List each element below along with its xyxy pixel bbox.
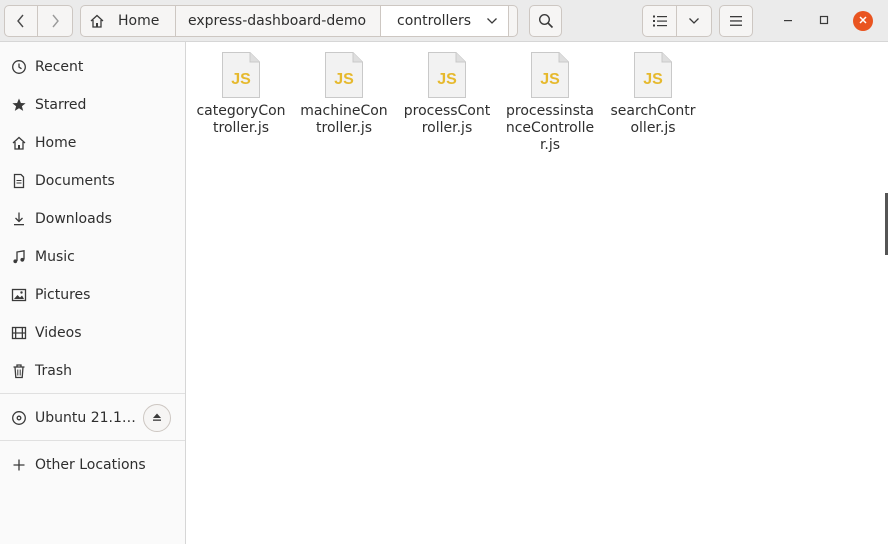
search-button[interactable] (529, 5, 562, 37)
video-icon (10, 324, 28, 342)
path-crumb-current[interactable]: controllers (380, 5, 509, 37)
svg-text:JS: JS (540, 71, 560, 88)
sidebar-item-device[interactable]: Ubuntu 21.1… (0, 399, 185, 437)
main-menu-button[interactable] (719, 5, 753, 37)
list-view-button[interactable] (642, 5, 677, 37)
path-crumb-label: express-dashboard-demo (188, 13, 367, 29)
sidebar-item-label: Recent (35, 59, 84, 75)
path-crumb-label: Home (118, 13, 160, 29)
sidebar-item-home[interactable]: Home (0, 124, 185, 162)
forward-button[interactable] (37, 5, 73, 37)
js-file-icon: JS (531, 52, 569, 98)
sidebar-item-music[interactable]: Music (0, 238, 185, 276)
sidebar-item-starred[interactable]: Starred (0, 86, 185, 124)
chevron-right-icon (50, 13, 60, 29)
disc-icon (10, 409, 28, 427)
sidebar-separator (0, 393, 185, 394)
clock-icon (10, 58, 28, 76)
sidebar-item-label: Ubuntu 21.1… (35, 410, 136, 426)
maximize-icon (819, 13, 829, 29)
svg-text:JS: JS (334, 71, 354, 88)
file-name: processController.js (403, 103, 491, 136)
sidebar-item-label: Videos (35, 325, 82, 341)
sidebar-item-label: Trash (35, 363, 72, 379)
sidebar-item-documents[interactable]: Documents (0, 162, 185, 200)
close-icon (858, 13, 868, 29)
home-icon (89, 13, 105, 29)
chevron-down-icon (486, 17, 498, 25)
path-crumb-project[interactable]: express-dashboard-demo (175, 5, 381, 37)
document-icon (10, 172, 28, 190)
file-name: machineController.js (300, 103, 388, 136)
minimize-button[interactable] (778, 11, 798, 31)
list-view-icon (652, 15, 667, 27)
sidebar-item-pictures[interactable]: Pictures (0, 276, 185, 314)
sidebar-item-label: Other Locations (35, 457, 146, 473)
sidebar-item-label: Home (35, 135, 77, 151)
svg-text:JS: JS (643, 71, 663, 88)
file-item[interactable]: JS processinstanceController.js (501, 51, 599, 154)
sidebar-item-label: Downloads (35, 211, 112, 227)
star-icon (10, 96, 28, 114)
eject-icon (152, 410, 162, 426)
eject-button[interactable] (143, 404, 171, 432)
file-name: searchController.js (610, 103, 696, 136)
file-item[interactable]: JS searchController.js (604, 51, 702, 137)
chevron-left-icon (16, 13, 26, 29)
chevron-down-icon (688, 17, 700, 25)
close-button[interactable] (853, 11, 873, 31)
search-icon (538, 13, 554, 29)
svg-text:JS: JS (437, 71, 457, 88)
sidebar-item-label: Pictures (35, 287, 91, 303)
path-bar: Home express-dashboard-demo controllers (80, 5, 520, 37)
hamburger-menu-icon (729, 15, 743, 27)
view-options-button[interactable] (676, 5, 712, 37)
sidebar-item-label: Documents (35, 173, 115, 189)
file-grid: JS categoryController.js JS machineContr… (187, 43, 888, 544)
trash-icon (10, 362, 28, 380)
back-button[interactable] (4, 5, 38, 37)
sidebar-item-downloads[interactable]: Downloads (0, 200, 185, 238)
js-file-icon: JS (428, 52, 466, 98)
sidebar-item-trash[interactable]: Trash (0, 352, 185, 390)
sidebar: Recent Starred Home Documents Downloads … (0, 42, 186, 544)
header-bar: Home express-dashboard-demo controllers (0, 0, 888, 42)
path-bar-end (508, 5, 518, 37)
sidebar-item-videos[interactable]: Videos (0, 314, 185, 352)
file-name: categoryController.js (196, 103, 286, 136)
music-icon (10, 248, 28, 266)
file-item[interactable]: JS processController.js (398, 51, 496, 137)
svg-text:JS: JS (231, 71, 251, 88)
sidebar-item-other-locations[interactable]: Other Locations (0, 446, 185, 484)
js-file-icon: JS (222, 52, 260, 98)
home-icon (10, 134, 28, 152)
js-file-icon: JS (634, 52, 672, 98)
sidebar-item-recent[interactable]: Recent (0, 48, 185, 86)
path-crumb-home[interactable]: Home (80, 5, 176, 37)
download-icon (10, 210, 28, 228)
maximize-button[interactable] (814, 11, 834, 31)
minimize-icon (783, 13, 793, 29)
sidebar-item-label: Starred (35, 97, 87, 113)
file-name: processinstanceController.js (505, 103, 595, 153)
path-crumb-label: controllers (397, 13, 472, 29)
picture-icon (10, 286, 28, 304)
sidebar-item-label: Music (35, 249, 75, 265)
file-item[interactable]: JS categoryController.js (192, 51, 290, 137)
sidebar-separator (0, 440, 185, 441)
file-item[interactable]: JS machineController.js (295, 51, 393, 137)
plus-icon (10, 456, 28, 474)
js-file-icon: JS (325, 52, 363, 98)
